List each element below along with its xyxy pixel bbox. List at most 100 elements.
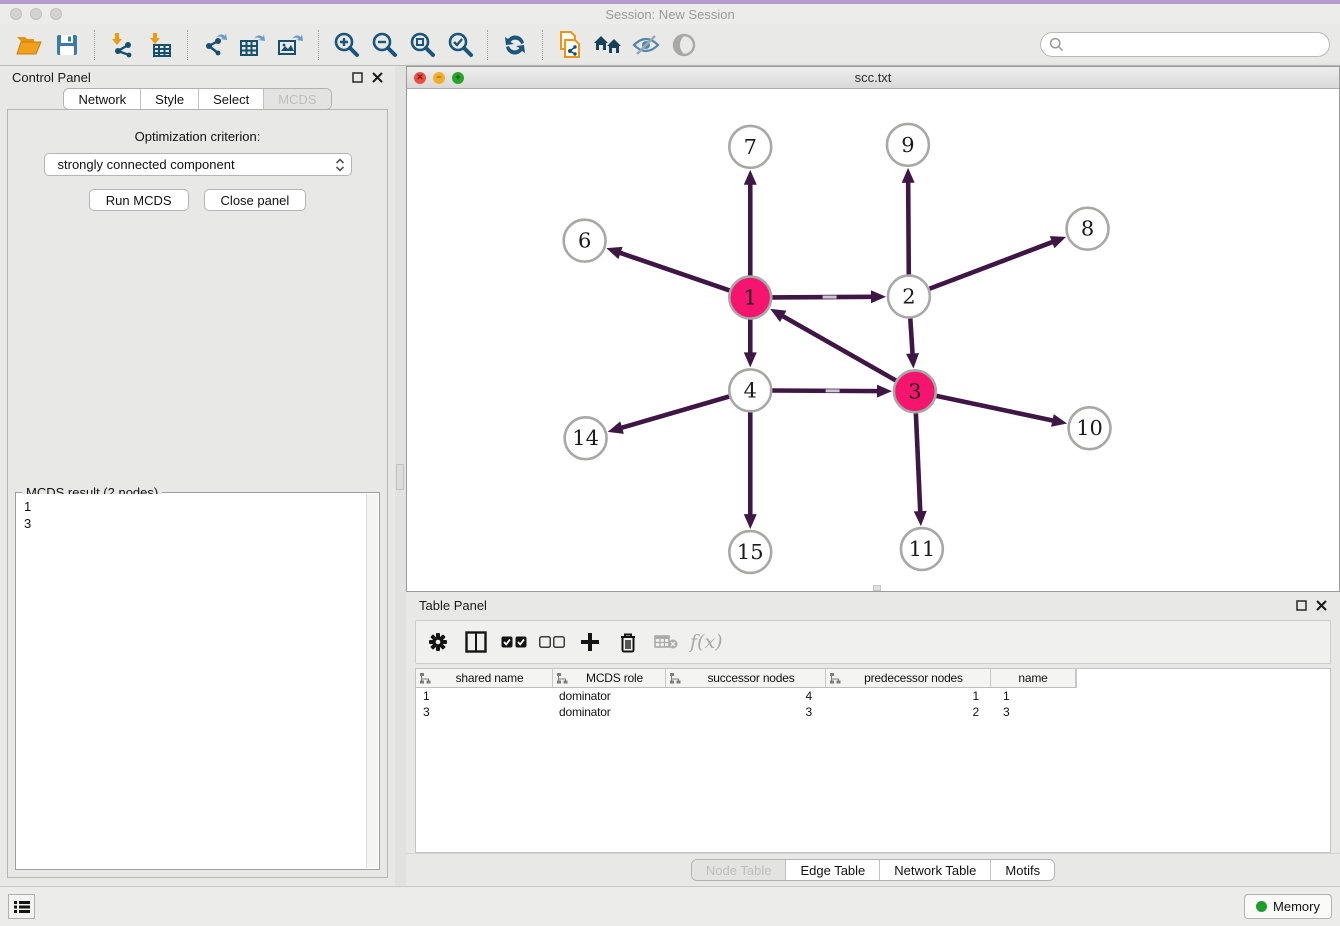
- task-history-button[interactable]: [8, 894, 35, 919]
- toolbar-separator: [94, 30, 95, 60]
- tab-edge-table[interactable]: Edge Table: [786, 860, 880, 880]
- table-settings-button[interactable]: [424, 628, 452, 656]
- node-label: 4: [744, 378, 757, 402]
- show-all-button[interactable]: [592, 29, 624, 61]
- table-row[interactable]: 1dominator411: [416, 688, 1330, 704]
- graph-edge-2-9[interactable]: [908, 181, 909, 275]
- column-visibility-button[interactable]: [462, 628, 490, 656]
- attribute-tree-icon: [670, 673, 681, 684]
- deselect-all-button[interactable]: [538, 628, 566, 656]
- table-body: 1dominator4113dominator323: [416, 688, 1330, 720]
- import-network-button[interactable]: [106, 29, 138, 61]
- titlebar: Session: New Session: [0, 4, 1340, 24]
- houses-icon: [593, 34, 623, 56]
- apply-layout-button[interactable]: [499, 29, 531, 61]
- table-row[interactable]: 3dominator323: [416, 704, 1330, 720]
- network-minimize-button[interactable]: −: [433, 72, 445, 84]
- attribute-tree-icon: [830, 673, 841, 684]
- tab-network[interactable]: Network: [64, 89, 141, 109]
- select-all-button[interactable]: [500, 628, 528, 656]
- float-panel-icon[interactable]: [352, 72, 363, 83]
- node-label: 14: [572, 426, 599, 450]
- edge-arrowhead: [902, 168, 915, 183]
- splitter-grip[interactable]: [396, 464, 404, 490]
- main-area: Control Panel NetworkStyleSelectMCDS Opt…: [0, 66, 1340, 886]
- export-network-button[interactable]: [199, 29, 231, 61]
- export-image-icon: [277, 32, 305, 58]
- graph-edge-2-8[interactable]: [929, 242, 1054, 289]
- column-header-shared-name[interactable]: shared name: [416, 669, 553, 687]
- close-panel-button[interactable]: Close panel: [204, 189, 307, 211]
- mcds-result-scrollbar[interactable]: [366, 494, 378, 868]
- float-table-panel-icon[interactable]: [1296, 600, 1307, 611]
- zoom-selected-icon: [446, 31, 474, 59]
- network-window: ✕ − + scc.txt 7968124314101511: [406, 66, 1340, 592]
- edge-label-mark: [823, 296, 837, 299]
- table-cell: 3: [666, 704, 826, 720]
- table-toolbar: f(x): [415, 620, 1331, 664]
- column-header-name[interactable]: name: [991, 669, 1076, 687]
- tab-mcds[interactable]: MCDS: [264, 89, 330, 109]
- network-close-button[interactable]: ✕: [414, 72, 426, 84]
- zoom-in-button[interactable]: [330, 29, 362, 61]
- zoom-fit-button[interactable]: [406, 29, 438, 61]
- node-label: 8: [1081, 217, 1094, 241]
- graph-edge-1-6[interactable]: [619, 252, 730, 290]
- search-input[interactable]: [1040, 32, 1330, 57]
- mcds-result-group: MCDS result (2 nodes) 1 3: [15, 492, 380, 870]
- optimization-criterion-select[interactable]: strongly connected component: [44, 153, 352, 176]
- close-panel-icon[interactable]: [372, 72, 383, 83]
- tab-motifs[interactable]: Motifs: [991, 860, 1054, 880]
- zoom-selected-button[interactable]: [444, 29, 476, 61]
- graph-edge-2-3[interactable]: [910, 319, 912, 356]
- tab-style[interactable]: Style: [141, 89, 199, 109]
- toolbar-separator: [187, 30, 188, 60]
- clone-network-icon: [557, 31, 583, 59]
- table-cell: 4: [666, 688, 826, 704]
- delete-column-button[interactable]: [614, 628, 642, 656]
- column-header-successor-nodes[interactable]: successor nodes: [666, 669, 826, 687]
- canvas-splitter-grip[interactable]: [873, 585, 881, 591]
- zoom-out-button[interactable]: [368, 29, 400, 61]
- table-cell: dominator: [553, 704, 666, 720]
- column-header-MCDS-role[interactable]: MCDS role: [553, 669, 666, 687]
- graph-edge-3-1[interactable]: [781, 315, 895, 380]
- open-session-button[interactable]: [13, 29, 45, 61]
- tab-select[interactable]: Select: [199, 89, 264, 109]
- import-network-icon: [109, 32, 135, 58]
- application-window: Session: New Session: [0, 0, 1340, 926]
- panel-splitter[interactable]: [395, 66, 406, 886]
- mcds-result-list[interactable]: 1 3: [17, 494, 366, 868]
- checked-boxes-icon: [501, 636, 527, 648]
- edge-arrowhead: [906, 353, 919, 368]
- node-label: 7: [744, 135, 757, 159]
- edge-arrowhead: [608, 422, 624, 434]
- export-image-button[interactable]: [275, 29, 307, 61]
- close-table-panel-icon[interactable]: [1316, 600, 1327, 611]
- network-maximize-button[interactable]: +: [452, 72, 464, 84]
- memory-button[interactable]: Memory: [1244, 894, 1332, 919]
- trash-icon: [619, 632, 637, 653]
- preview-button[interactable]: [668, 29, 700, 61]
- graph-edge-3-10[interactable]: [936, 396, 1054, 421]
- clone-network-button[interactable]: [554, 29, 586, 61]
- search-icon: [1049, 37, 1064, 52]
- tab-network-table[interactable]: Network Table: [880, 860, 991, 880]
- graph-edge-4-14[interactable]: [620, 397, 729, 429]
- column-header-predecessor-nodes[interactable]: predecessor nodes: [826, 669, 991, 687]
- hide-selected-button[interactable]: [630, 29, 662, 61]
- run-mcds-button[interactable]: Run MCDS: [89, 189, 189, 211]
- save-session-button[interactable]: [51, 29, 83, 61]
- eye-disabled-icon: [672, 33, 696, 57]
- open-folder-icon: [16, 34, 42, 56]
- table-panel: Table Panel: [406, 592, 1340, 886]
- tab-node-table[interactable]: Node Table: [692, 860, 787, 880]
- table-cell: 1: [416, 688, 553, 704]
- network-canvas[interactable]: 7968124314101511: [407, 89, 1339, 591]
- attribute-tree-icon: [420, 673, 431, 684]
- import-table-button[interactable]: [144, 29, 176, 61]
- add-column-button[interactable]: [576, 628, 604, 656]
- graph-edge-3-11[interactable]: [916, 413, 920, 513]
- export-table-button[interactable]: [237, 29, 269, 61]
- edge-arrowhead: [871, 290, 886, 303]
